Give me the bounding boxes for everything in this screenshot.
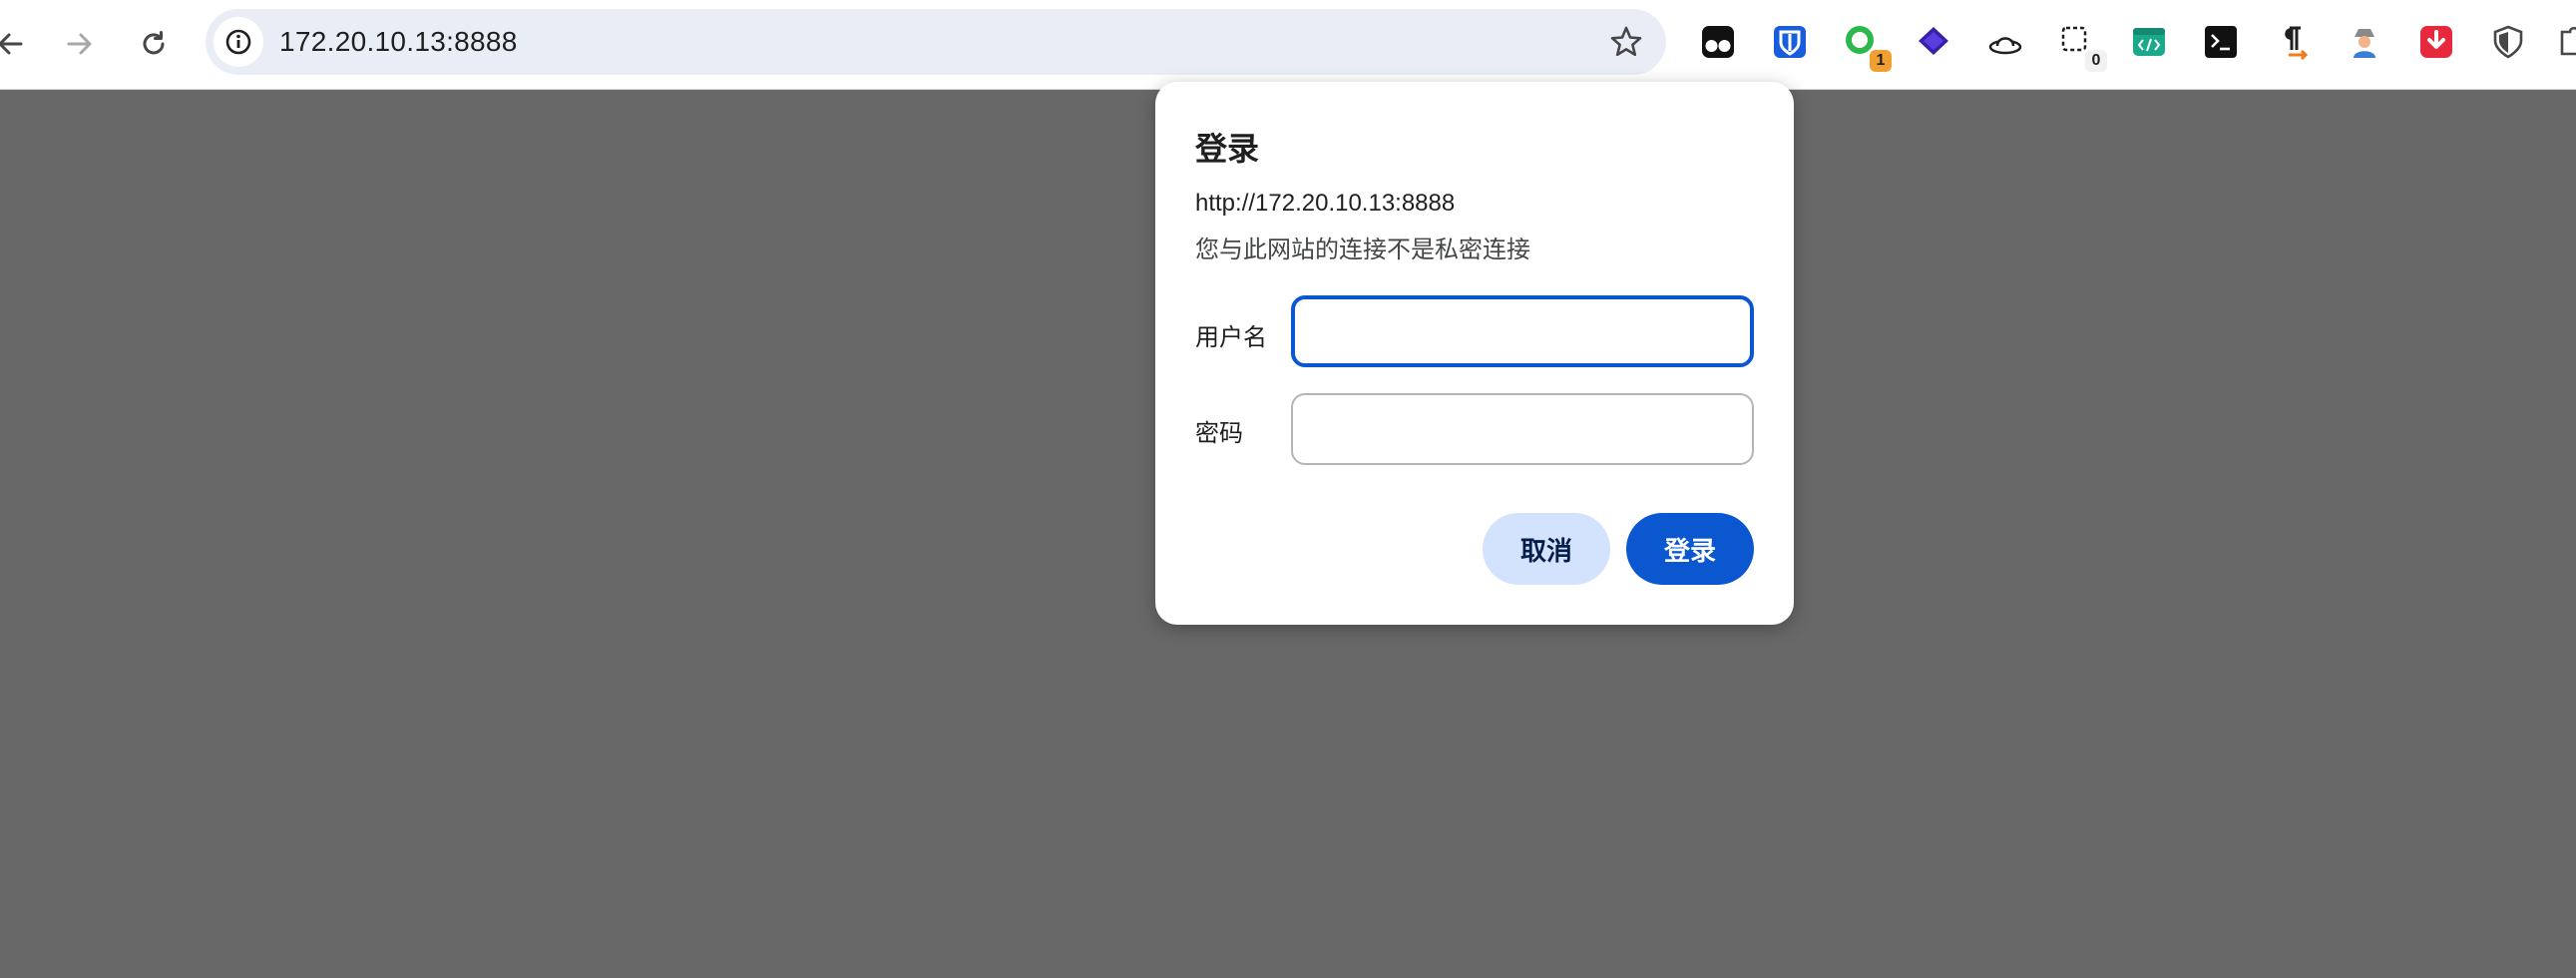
login-button[interactable]: 登录 <box>1626 513 1754 585</box>
back-button[interactable] <box>0 20 34 68</box>
address-bar[interactable]: 172.20.10.13:8888 <box>206 9 1666 75</box>
reload-button[interactable] <box>130 20 178 68</box>
code-window-extension-icon[interactable] <box>2129 22 2169 62</box>
hat-extension-icon[interactable] <box>1985 22 2025 62</box>
green-circle-extension-icon[interactable]: 1 <box>1842 22 1892 72</box>
reload-icon <box>143 31 165 55</box>
bitwarden-extension-icon[interactable] <box>1770 22 1810 62</box>
connection-warning: 您与此网站的连接不是私密连接 <box>1195 237 1530 263</box>
arrow-right-icon <box>67 33 92 55</box>
dialog-title: 登录 <box>1195 131 1260 167</box>
extension-badge: 1 <box>1870 50 1892 72</box>
purple-stack-extension-icon[interactable] <box>1914 22 1953 62</box>
pilcrow-extension-icon[interactable] <box>2273 22 2313 62</box>
tampermonkey-extension-icon[interactable] <box>1698 22 1738 62</box>
info-icon <box>225 29 251 55</box>
forward-button[interactable] <box>56 20 104 68</box>
arrow-left-icon <box>0 33 23 55</box>
shield-extension-icon[interactable] <box>2488 22 2528 62</box>
site-info-button[interactable] <box>214 17 263 67</box>
username-label: 用户名 <box>1195 324 1267 351</box>
spy-extension-icon[interactable] <box>2345 22 2384 62</box>
counter-extension-icon[interactable]: 0 <box>2057 22 2107 72</box>
login-dialog: 登录 http://172.20.10.13:8888 您与此网站的连接不是私密… <box>1155 82 1794 625</box>
bookmark-star-icon[interactable] <box>1608 24 1644 60</box>
password-label: 密码 <box>1195 420 1243 447</box>
dialog-origin: http://172.20.10.13:8888 <box>1195 190 1456 217</box>
puzzle-extensions-icon[interactable] <box>2554 22 2576 62</box>
browser-toolbar: 172.20.10.13:8888 1 0 <box>0 0 2576 90</box>
url-text[interactable]: 172.20.10.13:8888 <box>279 9 518 75</box>
terminal-extension-icon[interactable] <box>2201 22 2241 62</box>
username-input[interactable] <box>1291 295 1754 367</box>
password-input[interactable] <box>1291 393 1754 465</box>
extension-badge: 0 <box>2085 50 2107 72</box>
download-extension-icon[interactable] <box>2416 22 2456 62</box>
cancel-button[interactable]: 取消 <box>1483 513 1610 585</box>
